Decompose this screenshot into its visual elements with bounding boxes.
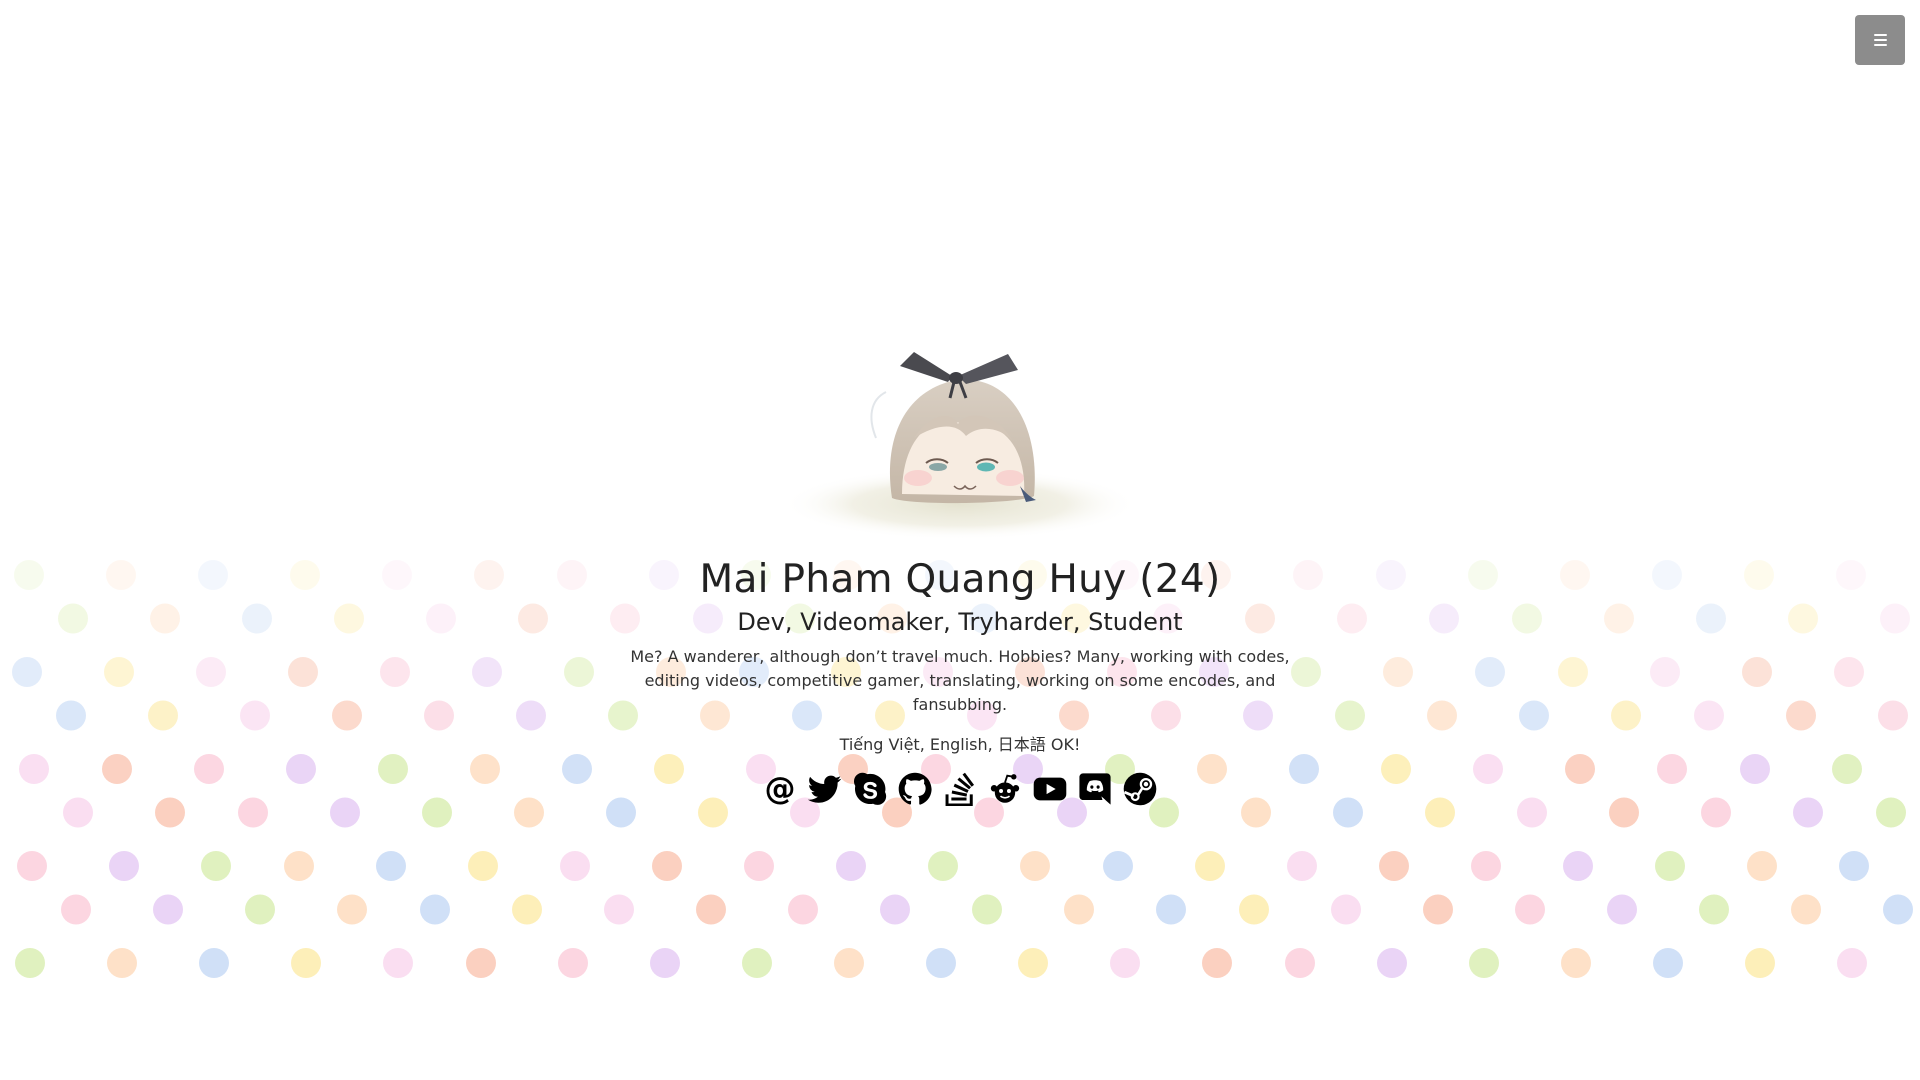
email-icon: @	[765, 772, 796, 806]
polka-dot	[928, 851, 958, 881]
polka-dot	[1423, 894, 1453, 925]
polka-dot	[1515, 894, 1545, 925]
polka-dot	[604, 894, 634, 925]
polka-dot	[1020, 851, 1050, 881]
skype-icon	[853, 772, 887, 805]
polka-dot	[1239, 894, 1269, 925]
polka-dot	[558, 948, 588, 978]
twitter-icon	[808, 775, 842, 803]
polka-dot	[1655, 851, 1685, 881]
polka-dot	[1791, 894, 1821, 925]
polka-dot	[1653, 948, 1683, 978]
github-link[interactable]	[897, 771, 933, 807]
twitter-link[interactable]	[807, 771, 843, 807]
hamburger-menu-icon	[1873, 34, 1887, 46]
polka-dot	[742, 948, 772, 978]
polka-dot	[1607, 894, 1637, 925]
steam-icon	[1123, 772, 1157, 806]
polka-dot	[468, 851, 498, 881]
polka-dot	[61, 894, 91, 925]
profile-bio: Me? A wanderer, although don’t travel mu…	[630, 647, 1290, 714]
polka-dot	[284, 851, 314, 881]
profile-card: Mai Pham Quang Huy (24) Dev, Videomaker,…	[0, 318, 1920, 807]
polka-dot	[1561, 948, 1591, 978]
polka-dot	[201, 851, 231, 881]
polka-dot	[788, 894, 818, 925]
polka-dot	[291, 948, 321, 978]
polka-dot	[1110, 948, 1140, 978]
polka-dot	[15, 948, 45, 978]
stack-overflow-link[interactable]	[942, 771, 978, 807]
social-links: @	[762, 771, 1158, 807]
skype-link[interactable]	[852, 771, 888, 807]
polka-dot	[466, 948, 496, 978]
polka-dot	[972, 894, 1002, 925]
polka-dot	[109, 851, 139, 881]
polka-dot	[652, 851, 682, 881]
polka-dot	[744, 851, 774, 881]
polka-dot	[383, 948, 413, 978]
avatar	[782, 352, 1138, 540]
discord-icon	[1079, 773, 1111, 805]
profile-roles: Dev, Videomaker, Tryharder, Student	[737, 608, 1183, 636]
polka-dot	[1331, 894, 1361, 925]
polka-dot	[153, 894, 183, 925]
polka-dot	[376, 851, 406, 881]
polka-dot	[420, 894, 450, 925]
polka-dot	[834, 948, 864, 978]
polka-dot	[696, 894, 726, 925]
polka-dot	[1377, 948, 1407, 978]
polka-dot	[1103, 851, 1133, 881]
polka-dot	[1018, 948, 1048, 978]
menu-button[interactable]	[1855, 15, 1905, 65]
polka-dot	[1747, 851, 1777, 881]
polka-dot	[1837, 948, 1867, 978]
profile-languages: Tiếng Việt, English, 日本語 OK!	[839, 735, 1081, 754]
polka-dot	[245, 894, 275, 925]
polka-dot	[1883, 894, 1913, 925]
youtube-link[interactable]	[1032, 771, 1068, 807]
polka-dot	[1699, 894, 1729, 925]
polka-dot	[1195, 851, 1225, 881]
email-link[interactable]: @	[762, 771, 798, 807]
polka-dot	[1285, 948, 1315, 978]
polka-dot	[1471, 851, 1501, 881]
discord-link[interactable]	[1077, 771, 1113, 807]
reddit-icon	[990, 774, 1020, 803]
polka-dot	[337, 894, 367, 925]
polka-dot	[1469, 948, 1499, 978]
polka-dot	[17, 851, 47, 881]
polka-dot	[1064, 894, 1094, 925]
polka-dot	[512, 894, 542, 925]
polka-dot	[926, 948, 956, 978]
polka-dot	[107, 948, 137, 978]
stack-overflow-icon	[945, 772, 975, 806]
polka-dot	[1745, 948, 1775, 978]
polka-dot	[199, 948, 229, 978]
profile-name: Mai Pham Quang Huy (24)	[699, 557, 1221, 602]
svg-text:@: @	[765, 772, 796, 806]
polka-dot	[880, 894, 910, 925]
polka-dot	[1202, 948, 1232, 978]
polka-dot	[560, 851, 590, 881]
polka-dot	[836, 851, 866, 881]
polka-dot	[650, 948, 680, 978]
reddit-link[interactable]	[987, 771, 1023, 807]
polka-dot	[1839, 851, 1869, 881]
polka-dot	[1156, 894, 1186, 925]
polka-dot	[1287, 851, 1317, 881]
youtube-icon	[1033, 777, 1067, 801]
polka-dot	[1379, 851, 1409, 881]
github-icon	[898, 772, 932, 805]
steam-link[interactable]	[1122, 771, 1158, 807]
polka-dot	[1563, 851, 1593, 881]
